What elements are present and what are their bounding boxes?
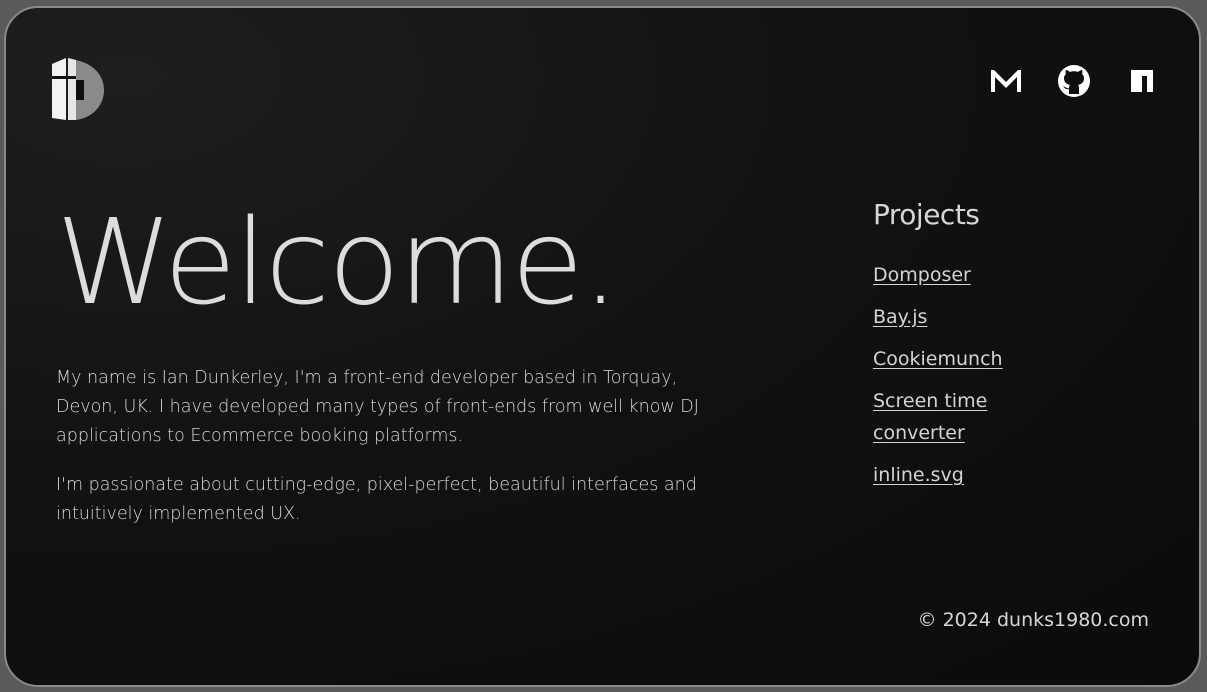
list-item: Cookiemunch (873, 343, 1053, 375)
intro-paragraph: My name is Ian Dunkerley, I'm a front-en… (56, 368, 699, 446)
github-icon (1058, 65, 1090, 97)
logo-icon (52, 58, 104, 120)
social-links (989, 64, 1159, 98)
list-item: Screen time converter (873, 385, 1053, 449)
project-link-bayjs[interactable]: Bay.js (873, 306, 927, 328)
github-link[interactable] (1057, 64, 1091, 98)
list-item: Bay.js (873, 301, 1053, 333)
page-card: Welcome. My name is Ian Dunkerley, I'm a… (4, 6, 1201, 687)
projects-heading: Projects (873, 198, 980, 231)
list-item: inline.svg (873, 459, 1053, 491)
footer-copyright: © 2024 dunks1980.com (917, 609, 1149, 631)
list-item: Domposer (873, 259, 1053, 291)
intro-text: My name is Ian Dunkerley, I'm a front-en… (56, 364, 736, 529)
project-link-domposer[interactable]: Domposer (873, 264, 971, 286)
intro-paragraph: I'm passionate about cutting-edge, pixel… (56, 475, 697, 524)
projects-section: Projects Domposer Bay.js Cookiemunch Scr… (873, 198, 1053, 501)
gmail-icon (991, 70, 1021, 92)
welcome-heading: Welcome. (56, 193, 619, 331)
gmail-link[interactable] (989, 64, 1023, 98)
project-link-screen-time-converter[interactable]: Screen time converter (873, 390, 987, 444)
project-link-cookiemunch[interactable]: Cookiemunch (873, 348, 1003, 370)
site-logo[interactable] (52, 56, 104, 122)
npm-link[interactable] (1125, 64, 1159, 98)
projects-list: Domposer Bay.js Cookiemunch Screen time … (873, 259, 1053, 491)
npm-icon (1131, 70, 1153, 92)
project-link-inline-svg[interactable]: inline.svg (873, 464, 964, 486)
